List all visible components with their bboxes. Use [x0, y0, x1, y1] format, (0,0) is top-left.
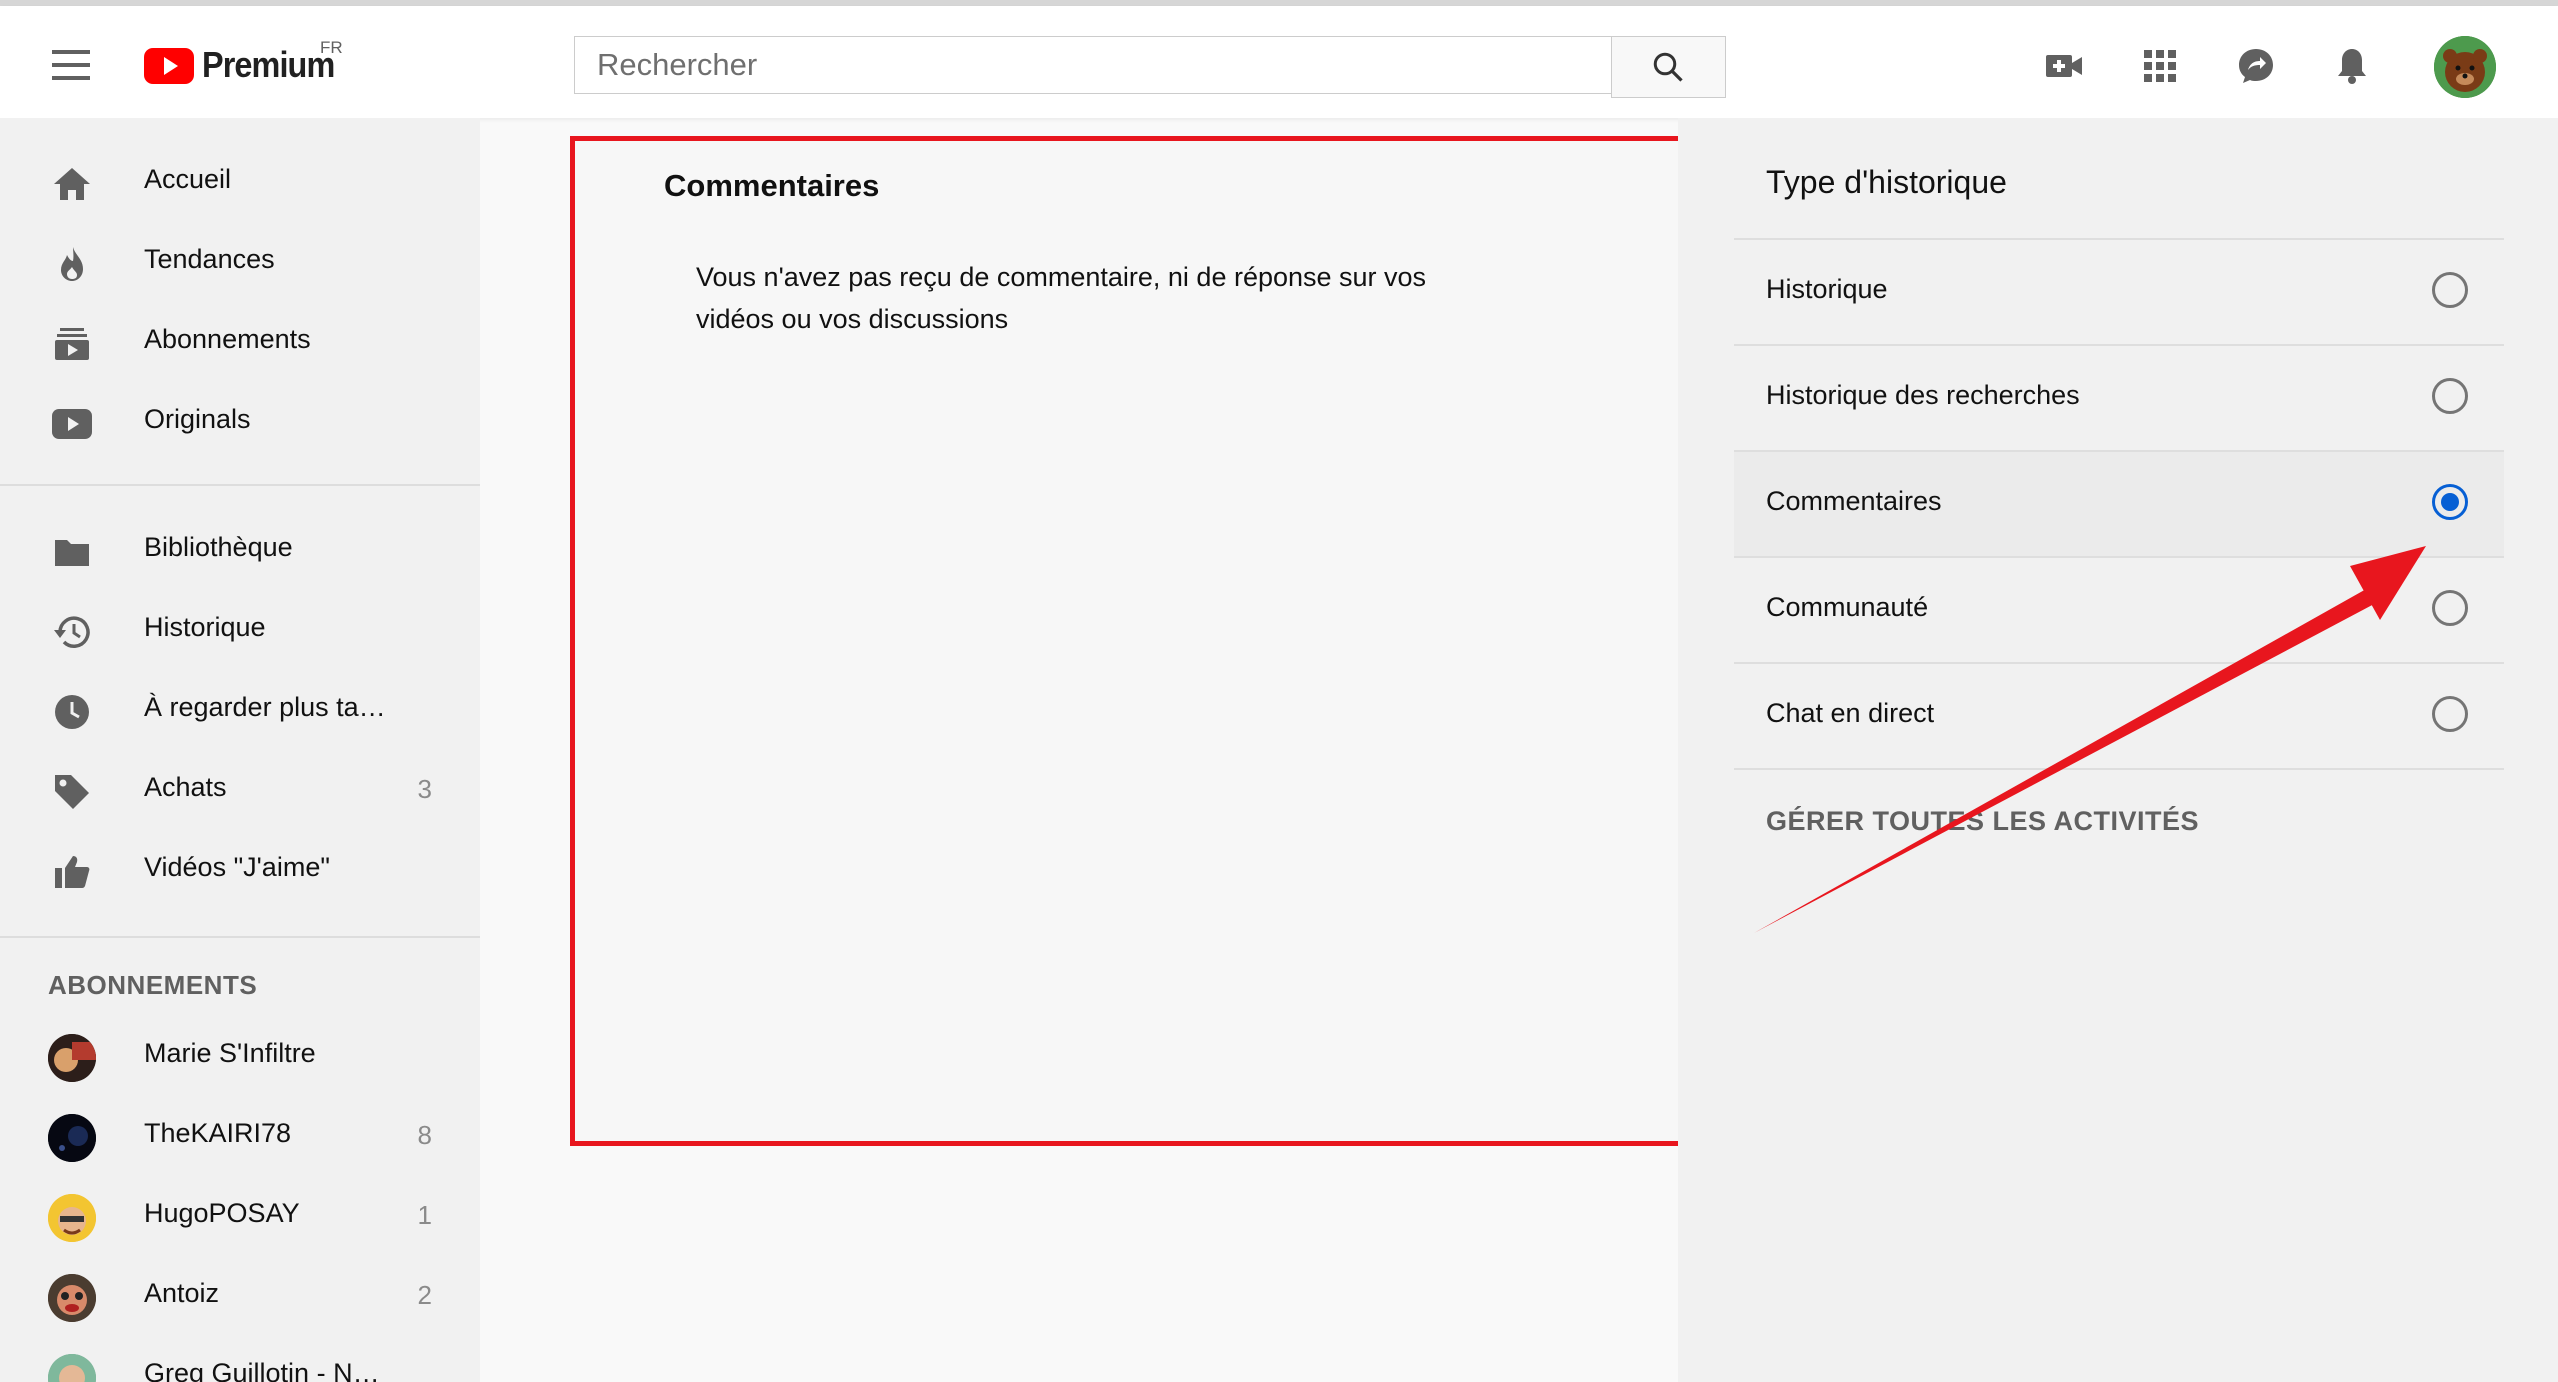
- history-option-label: Chat en direct: [1766, 698, 1935, 728]
- sidebar-item-count: 3: [417, 774, 432, 804]
- sidebar-item-accueil[interactable]: Accueil: [0, 142, 480, 222]
- subscription-item[interactable]: TheKAIRI78 8: [0, 1096, 480, 1176]
- sidebar-item-abonnements[interactable]: Abonnements: [0, 302, 480, 382]
- masthead: Premium FR: [0, 6, 2558, 118]
- sidebar-item-label: À regarder plus ta…: [144, 692, 386, 722]
- channel-avatar: [48, 1274, 96, 1322]
- subscription-label: Marie S'Infiltre: [144, 1038, 316, 1068]
- search-bar: [574, 36, 1726, 98]
- history-option-label: Historique des recherches: [1766, 380, 2080, 410]
- region-code: FR: [320, 38, 343, 57]
- sidebar-item-label: Tendances: [144, 244, 275, 274]
- subscription-item[interactable]: Marie S'Infiltre: [0, 1016, 480, 1096]
- subscription-item[interactable]: Greg Guillotin - N…: [0, 1336, 480, 1382]
- liked-thumb-icon: [52, 852, 92, 892]
- history-option-recherches[interactable]: Historique des recherches: [1734, 344, 2504, 450]
- history-option-commentaires[interactable]: Commentaires: [1734, 450, 2504, 556]
- history-option-chat-en-direct[interactable]: Chat en direct: [1734, 662, 2504, 770]
- subscriptions-section-title: ABONNEMENTS: [48, 970, 258, 1000]
- history-type-title: Type d'historique: [1766, 164, 2007, 200]
- search-icon: [1654, 52, 1684, 82]
- sidebar-item-originals[interactable]: Originals: [0, 382, 480, 462]
- history-option-label: Commentaires: [1766, 486, 1942, 516]
- sidebar-item-bibliotheque[interactable]: Bibliothèque: [0, 510, 480, 590]
- history-option-label: Communauté: [1766, 592, 1929, 622]
- search-button[interactable]: [1610, 36, 1726, 98]
- account-avatar[interactable]: [2434, 36, 2496, 98]
- subscription-label: TheKAIRI78: [144, 1118, 292, 1148]
- subscriptions-icon: [52, 324, 92, 364]
- channel-avatar: [48, 1354, 96, 1382]
- sidebar-divider: [0, 936, 480, 938]
- apps-grid-icon[interactable]: [2138, 44, 2182, 88]
- subscription-count: 2: [417, 1280, 432, 1310]
- search-input[interactable]: [574, 36, 1611, 94]
- sidebar-item-label: Bibliothèque: [144, 532, 293, 562]
- subscription-label: Greg Guillotin - N…: [144, 1358, 380, 1382]
- radio-button-selected[interactable]: [2432, 484, 2468, 520]
- subscription-item[interactable]: HugoPOSAY 1: [0, 1176, 480, 1256]
- library-folder-icon: [52, 532, 92, 572]
- page-title: Commentaires: [664, 168, 880, 203]
- sidebar-divider: [0, 484, 480, 486]
- sidebar-item-videos-jaime[interactable]: Vidéos "J'aime": [0, 830, 480, 910]
- sidebar-item-tendances[interactable]: Tendances: [0, 222, 480, 302]
- youtube-premium-logo[interactable]: Premium FR: [144, 38, 349, 92]
- sidebar-item-a-regarder-plus-tard[interactable]: À regarder plus ta…: [0, 670, 480, 750]
- watch-later-clock-icon: [52, 692, 92, 732]
- empty-state-message: Vous n'avez pas reçu de commentaire, ni …: [696, 262, 1427, 334]
- sidebar-item-label: Achats: [144, 772, 227, 802]
- sidebar-item-achats[interactable]: Achats 3: [0, 750, 480, 830]
- subscription-count: 8: [417, 1120, 432, 1150]
- subscription-label: Antoiz: [144, 1278, 220, 1308]
- youtube-logo: [144, 48, 194, 84]
- radio-button[interactable]: [2432, 272, 2468, 308]
- sidebar-item-label: Originals: [144, 404, 251, 434]
- menu-icon[interactable]: [52, 50, 90, 80]
- logo-text: Premium: [202, 44, 335, 85]
- trending-flame-icon: [52, 244, 92, 284]
- share-messages-icon[interactable]: [2234, 44, 2278, 88]
- content-background: [570, 1146, 1678, 1382]
- history-option-historique[interactable]: Historique: [1734, 238, 2504, 344]
- guide-sidebar: Accueil Tendances Abonnements Originals …: [0, 118, 480, 1382]
- home-icon: [52, 164, 92, 204]
- channel-avatar: [48, 1114, 96, 1162]
- radio-button[interactable]: [2432, 696, 2468, 732]
- subscription-count: 1: [417, 1200, 432, 1230]
- sidebar-item-label: Accueil: [144, 164, 232, 194]
- radio-button[interactable]: [2432, 590, 2468, 626]
- channel-avatar: [48, 1034, 96, 1082]
- originals-play-icon: [52, 404, 92, 444]
- manage-all-activity-link[interactable]: GÉRER TOUTES LES ACTIVITÉS: [1766, 806, 2199, 837]
- sidebar-item-label: Vidéos "J'aime": [144, 852, 330, 882]
- purchases-tag-icon: [52, 772, 92, 812]
- notifications-bell-icon[interactable]: [2330, 44, 2374, 88]
- sidebar-item-historique[interactable]: Historique: [0, 590, 480, 670]
- sidebar-item-label: Abonnements: [144, 324, 311, 354]
- history-option-label: Historique: [1766, 274, 1888, 304]
- channel-avatar: [48, 1194, 96, 1242]
- subscription-item[interactable]: Antoiz 2: [0, 1256, 480, 1336]
- history-option-communaute[interactable]: Communauté: [1734, 556, 2504, 662]
- history-icon: [52, 612, 92, 652]
- radio-button[interactable]: [2432, 378, 2468, 414]
- create-video-icon[interactable]: [2042, 44, 2086, 88]
- sidebar-item-label: Historique: [144, 612, 266, 642]
- subscription-label: HugoPOSAY: [144, 1198, 300, 1228]
